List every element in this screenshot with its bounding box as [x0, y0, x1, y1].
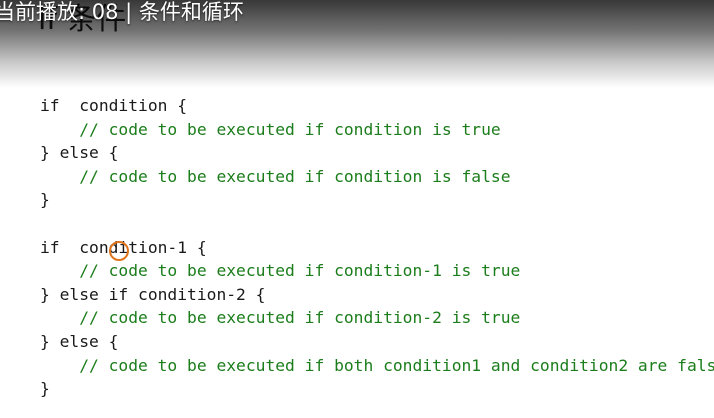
code-line: if condition { — [40, 96, 188, 115]
code-line: } — [40, 379, 50, 399]
code-comment-line: // code to be executed if both condition… — [40, 355, 714, 375]
slide-title: if 条件 — [38, 2, 127, 37]
code-comment-line: // code to be executed if condition-2 is… — [40, 308, 521, 328]
code-line: } else if condition-2 { — [40, 284, 266, 304]
code-block: if condition { // code to be executed if… — [40, 94, 714, 401]
code-line: } — [40, 190, 50, 210]
code-line: } else { — [40, 143, 119, 163]
code-comment-line: // code to be executed if condition is t… — [40, 119, 501, 139]
code-line: if condition-1 { — [40, 237, 207, 257]
code-line: } else { — [40, 331, 119, 351]
code-comment-line: // code to be executed if condition is f… — [40, 166, 511, 186]
code-comment-line: // code to be executed if condition-1 is… — [40, 261, 521, 281]
